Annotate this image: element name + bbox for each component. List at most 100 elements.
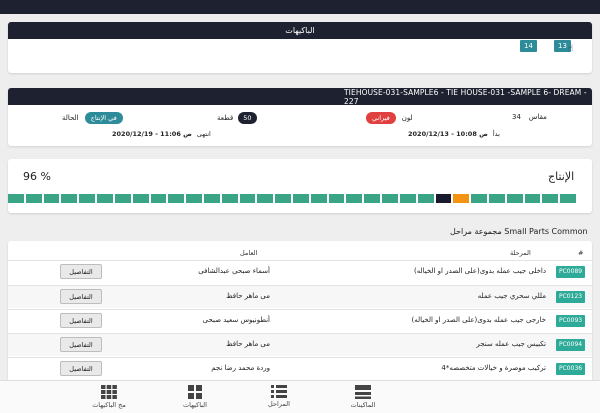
hand-cursor-icon: ☝	[568, 44, 574, 54]
table-row: PC0093 خارجى جيب عمله بدوى(على الصدر او …	[8, 309, 592, 332]
production-segment-done	[506, 194, 523, 203]
production-segment-done	[524, 194, 541, 203]
production-segment-done	[542, 194, 559, 203]
production-segment-done	[97, 194, 113, 203]
stage-name: تكبيس جيب عمله سنجر	[476, 340, 546, 348]
worker-name: وردة محمد رضا نجم	[211, 364, 270, 372]
production-percent: 96 %	[23, 170, 51, 183]
status-label: الحالة	[62, 114, 79, 122]
details-button[interactable]: التفاصيل	[60, 313, 102, 328]
count-badge: 50	[238, 112, 257, 124]
worker-name: أسماء صبحى عبدالشافى	[198, 267, 270, 275]
details-button[interactable]: التفاصيل	[60, 289, 102, 304]
production-segment-done	[471, 194, 487, 203]
nav-item-machines[interactable]: الماكينات	[328, 385, 398, 409]
production-segment-done	[79, 194, 96, 203]
size-value: 34	[512, 113, 521, 121]
end-field: 2020/12/19 - 11:06 ص انتهى	[112, 130, 211, 138]
machine-icon	[355, 385, 371, 399]
size-label: مقاس	[528, 113, 547, 121]
nav-item-all-packages[interactable]: مج الباكيهات	[74, 385, 144, 409]
stages-title: مجموعة مراحل Small Parts Common	[450, 227, 588, 236]
count-field: قطعة 50	[217, 112, 257, 124]
col-header-stage: المرحلة	[510, 249, 531, 257]
stage-code: PC0093	[556, 315, 586, 327]
details-button[interactable]: التفاصيل	[60, 361, 102, 376]
start-field: 2020/12/13 - 10:08 ص بدأ	[408, 130, 500, 138]
table-row: PC0094 تكبيس جيب عمله سنجر مى ماهر حافظ …	[8, 333, 592, 356]
worker-name: مى ماهر حافظ	[226, 292, 270, 300]
stage-name: خارجى جيب عمله بدوى(على الصدر او الخياله…	[411, 316, 547, 324]
production-segment-done	[61, 194, 78, 203]
package-chip-14[interactable]: 14	[520, 40, 537, 52]
worker-name: مى ماهر حافظ	[226, 340, 270, 348]
packages-card: الباكيهات 14 13	[8, 22, 592, 73]
end-label: انتهى	[196, 130, 211, 138]
production-segment-done	[275, 194, 291, 203]
production-segment-dark	[435, 194, 452, 203]
table-row: PC0089 داخلى جيب عمله بدوى(على الصدر او …	[8, 260, 592, 283]
production-segment-done	[293, 194, 309, 203]
grid-icon	[188, 385, 202, 399]
color-field: فيراني لون	[366, 112, 413, 124]
stage-code: PC0094	[556, 339, 586, 351]
nav-label: الماكينات	[350, 401, 376, 409]
top-app-bar	[0, 0, 600, 14]
nav-label: المراحل	[268, 400, 290, 408]
production-segment-done	[150, 194, 167, 203]
stage-name: تركيب موصرة و خيالات متخصصه*4	[441, 364, 546, 372]
stage-code: PC0089	[556, 266, 586, 278]
col-header-worker: العامل	[240, 249, 258, 257]
production-segment-done	[399, 194, 416, 203]
worker-name: أنطونيوس سعيد صبحى	[202, 316, 270, 324]
production-segment-done	[560, 194, 576, 203]
production-segment-done	[239, 194, 256, 203]
production-card	[8, 159, 592, 213]
status-field: الحالة في الإنتاج	[62, 112, 123, 124]
nav-item-packages[interactable]: الباكيهات	[160, 385, 230, 409]
details-button[interactable]: التفاصيل	[60, 264, 102, 279]
stage-code: PC0036	[556, 363, 586, 375]
status-badge: في الإنتاج	[84, 112, 123, 124]
table-row: PC0123 مللي سحري جيب عمله مى ماهر حافظ ا…	[8, 285, 592, 308]
details-button[interactable]: التفاصيل	[60, 337, 102, 352]
color-label: لون	[401, 114, 413, 122]
production-segment-done	[168, 194, 185, 203]
nav-item-stages[interactable]: المراحل	[244, 385, 314, 408]
production-title: الإنتاج	[548, 170, 575, 183]
production-segment-done	[132, 194, 149, 203]
bottom-nav: مج الباكيهات الباكيهات المراحل الماكينات	[0, 380, 600, 413]
production-segment-done	[488, 194, 505, 203]
production-segment-done	[364, 194, 381, 203]
table-row: PC0036 تركيب موصرة و خيالات متخصصه*4 ورد…	[8, 357, 592, 380]
production-segment-done	[8, 194, 24, 203]
production-segment-done	[43, 194, 60, 203]
packages-card-title: الباكيهات	[8, 22, 592, 39]
list-icon	[271, 385, 287, 398]
start-value: 2020/12/13 - 10:08 ص	[408, 130, 488, 138]
grid-group-icon	[101, 385, 117, 399]
stage-name: مللي سحري جيب عمله	[477, 292, 546, 300]
count-unit: قطعة	[217, 114, 234, 122]
nav-label: مج الباكيهات	[92, 401, 126, 409]
production-segment-done	[203, 194, 220, 203]
size-field: 34 مقاس	[512, 113, 547, 121]
start-label: بدأ	[492, 130, 500, 138]
production-segment-done	[417, 194, 434, 203]
production-segment-done	[382, 194, 398, 203]
stage-name: داخلى جيب عمله بدوى(على الصدر او الخياله…	[413, 267, 546, 275]
production-segment-done	[25, 194, 42, 203]
production-segment-done	[221, 194, 238, 203]
production-segment-done	[346, 194, 363, 203]
end-value: 2020/12/19 - 11:06 ص	[112, 130, 192, 138]
production-segments	[8, 194, 592, 203]
production-segment-done	[257, 194, 274, 203]
stage-code: PC0123	[556, 291, 586, 303]
color-badge: فيراني	[366, 112, 396, 124]
nav-label: الباكيهات	[183, 401, 207, 409]
order-title: TIEHOUSE-031-SAMPLE6 - TIE HOUSE-031 -SA…	[8, 88, 592, 106]
production-segment-done	[186, 194, 202, 203]
production-segment-orange	[453, 194, 470, 203]
production-segment-done	[114, 194, 131, 203]
col-header-num: #	[578, 249, 584, 257]
